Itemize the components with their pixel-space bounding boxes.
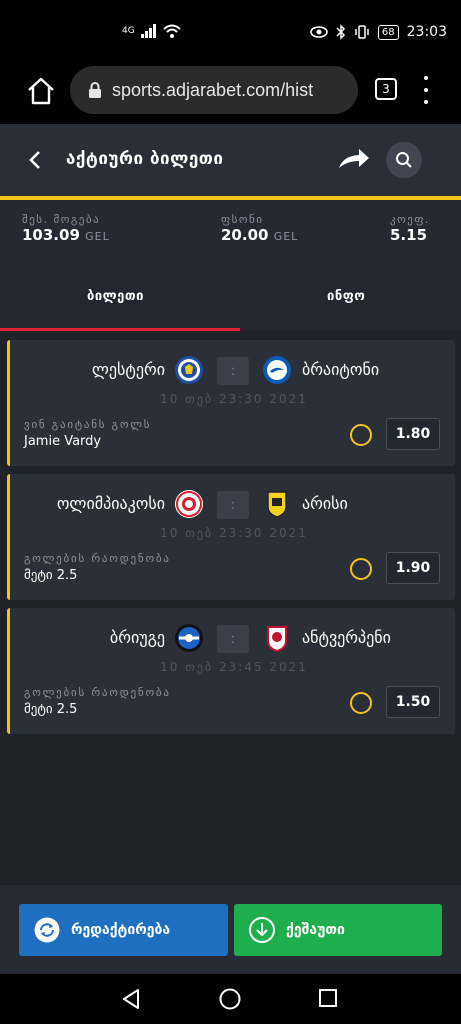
wifi-icon [163, 24, 181, 38]
away-team: ანტვერპენი [302, 628, 391, 647]
address-bar[interactable]: sports.adjarabet.com/hist [70, 66, 358, 114]
possible-win: შეს. მოგება 103.09 GEL [22, 213, 110, 244]
signal-icon [140, 24, 156, 38]
download-circle-icon [249, 917, 275, 943]
ticket-summary: შეს. მოგება 103.09 GEL ფსონი 20.00 GEL კ… [0, 200, 461, 265]
edit-button-label: რედაქტირება [71, 922, 171, 938]
network-label: 4G [122, 26, 135, 36]
bet-card[interactable]: ბრიუგე : ანტვერპენი 10 თებ 23:45 2021 გო… [7, 608, 455, 734]
leicester-crest-icon [175, 356, 203, 384]
tab-ticket[interactable]: ბილეთი [87, 289, 144, 304]
pending-status-icon [350, 424, 372, 446]
system-nav-bar [0, 974, 461, 1024]
bet-card[interactable]: ოლიმპიაკოსი : არისი 10 თებ 23:30 2021 გო… [7, 474, 455, 600]
bets-list: ლესტერი : ბრაიტონი 10 თებ 23:30 2021 ვინ… [0, 331, 461, 885]
home-circle-icon[interactable] [219, 988, 241, 1010]
odd-value: 1.90 [386, 552, 440, 584]
score-box: : [217, 357, 249, 385]
stake-amount: 20.00 [221, 226, 269, 244]
back-triangle-icon[interactable] [120, 988, 142, 1010]
market-name: გოლების რაოდენობა [24, 552, 171, 565]
status-icons-right: 68 23:03 [310, 24, 447, 40]
lock-icon [89, 82, 101, 98]
home-team: ლესტერი [91, 360, 165, 379]
ticket-actions: რედაქტირება ქეშაუთი [0, 885, 461, 974]
search-icon [396, 152, 412, 168]
antwerp-crest-icon [267, 626, 287, 653]
cashout-button[interactable]: ქეშაუთი [234, 904, 442, 956]
club-brugge-crest-icon [175, 624, 203, 652]
possible-win-value: 103.09 GEL [22, 226, 110, 244]
edit-refresh-icon [34, 917, 60, 943]
pending-status-icon [350, 692, 372, 714]
possible-win-currency: GEL [85, 230, 110, 243]
tab-info[interactable]: ინფო [327, 289, 365, 304]
score-box: : [217, 625, 249, 653]
score-box: : [217, 491, 249, 519]
stake-value: 20.00 GEL [221, 226, 298, 244]
search-button[interactable] [386, 142, 422, 178]
bet-card[interactable]: ლესტერი : ბრაიტონი 10 თებ 23:30 2021 ვინ… [7, 340, 455, 466]
stake: ფსონი 20.00 GEL [221, 213, 298, 244]
share-arrow-icon[interactable] [337, 146, 371, 172]
status-bar: 4G 68 23:03 [0, 0, 461, 64]
selection: მეტი 2.5 [24, 702, 78, 717]
aris-crest-icon [267, 491, 287, 518]
selection: Jamie Vardy [24, 434, 102, 449]
away-team: ბრაიტონი [302, 360, 380, 379]
total-odds: კოეფ. 5.15 [390, 213, 430, 244]
overflow-menu-icon[interactable] [420, 76, 432, 104]
odd-value: 1.80 [386, 418, 440, 450]
brighton-crest-icon [263, 356, 291, 384]
tab-bar: ბილეთი ინფო [0, 265, 461, 331]
tab-switcher-button[interactable]: 3 [375, 78, 397, 100]
browser-toolbar: sports.adjarabet.com/hist 3 [0, 64, 461, 124]
recents-square-icon[interactable] [318, 988, 338, 1008]
possible-win-amount: 103.09 [22, 226, 80, 244]
clock: 23:03 [406, 24, 447, 40]
battery-indicator: 68 [377, 24, 399, 40]
status-icons-center: 4G [122, 24, 181, 38]
stake-currency: GEL [273, 230, 299, 243]
app-header: აქტიური ბილეთი [0, 124, 461, 197]
stake-label: ფსონი [221, 213, 264, 226]
eye-icon [310, 26, 328, 38]
back-chevron-icon[interactable] [28, 148, 42, 178]
away-team: არისი [302, 494, 348, 513]
edit-button[interactable]: რედაქტირება [19, 904, 228, 956]
home-team: ბრიუგე [109, 628, 165, 647]
match-date: 10 თებ 23:45 2021 [160, 660, 308, 674]
bluetooth-icon [336, 24, 345, 40]
olympiacos-crest-icon [175, 490, 203, 518]
possible-win-label: შეს. მოგება [22, 213, 101, 226]
market-name: ვინ გაიტანს გოლს [24, 418, 152, 431]
market-name: გოლების რაოდენობა [24, 686, 171, 699]
page-title: აქტიური ბილეთი [66, 149, 224, 169]
home-icon[interactable] [26, 76, 56, 106]
match-date: 10 თებ 23:30 2021 [160, 392, 308, 406]
odd-value: 1.50 [386, 686, 440, 718]
vibrate-icon [355, 25, 369, 39]
match-date: 10 თებ 23:30 2021 [160, 526, 308, 540]
home-team: ოლიმპიაკოსი [56, 494, 165, 513]
url-text: sports.adjarabet.com/hist [112, 79, 314, 100]
selection: მეტი 2.5 [24, 568, 78, 583]
odds-value: 5.15 [390, 226, 428, 244]
odds-label: კოეფ. [390, 213, 430, 226]
cashout-button-label: ქეშაუთი [286, 922, 345, 938]
pending-status-icon [350, 558, 372, 580]
